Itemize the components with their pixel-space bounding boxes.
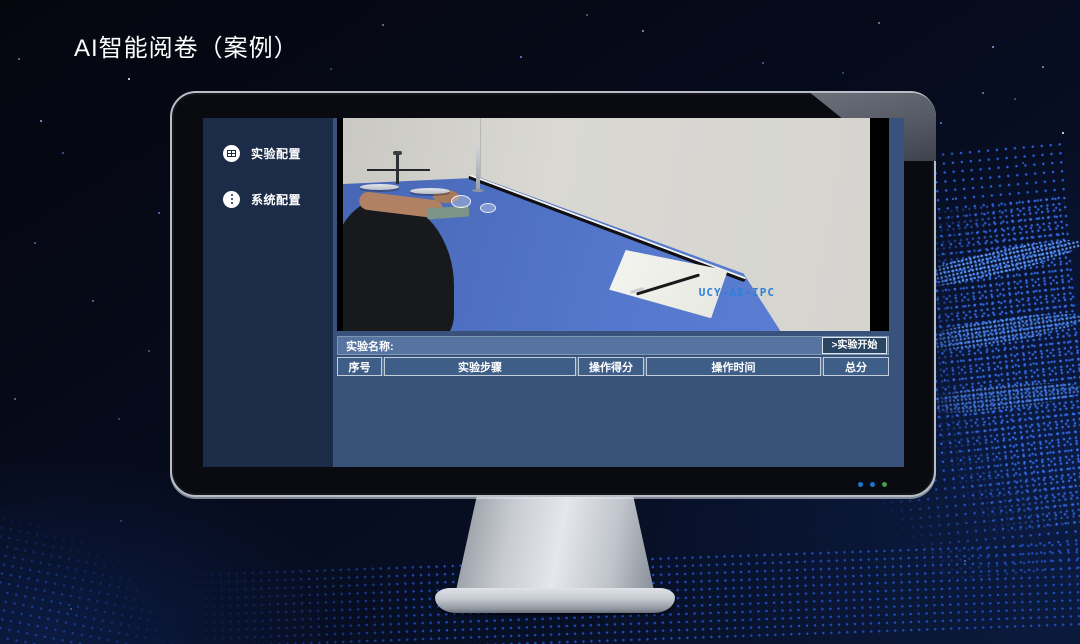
column-header-steps: 实验步骤 <box>384 357 576 376</box>
video-watermark: UCY-AI-IPC <box>699 286 775 299</box>
sidebar: 实验配置 系统配置 <box>203 118 333 467</box>
results-table-header: 序号 实验步骤 操作得分 操作时间 总分 <box>337 357 889 376</box>
particle-wave-ridge <box>911 377 1080 419</box>
wall-corner <box>480 118 481 182</box>
page-title: AI智能阅卷（案例） <box>74 28 299 63</box>
experiment-name-label: 实验名称: <box>346 338 394 354</box>
sidebar-item-label: 系统配置 <box>251 191 301 208</box>
column-header-time: 操作时间 <box>646 357 821 376</box>
column-header-total: 总分 <box>823 357 889 376</box>
start-experiment-button[interactable]: >实验开始 <box>822 337 887 354</box>
app-window: 实验配置 系统配置 <box>203 118 904 467</box>
beaker <box>451 195 471 208</box>
sidebar-item-label: 实验配置 <box>251 145 301 162</box>
grid-icon <box>223 145 240 162</box>
balance-scale-pointer <box>393 151 402 155</box>
power-led <box>858 482 863 487</box>
video-frame: UCY-AI-IPC <box>343 118 870 331</box>
sidebar-item-system-config[interactable]: 系统配置 <box>203 184 333 214</box>
presentation-slide: AI智能阅卷（案例） 实验配置 系统配置 <box>0 0 1080 644</box>
balance-scale-beam <box>367 169 430 171</box>
monitor: 实验配置 系统配置 <box>170 91 936 497</box>
graduated-cylinder-base <box>472 189 484 192</box>
power-led <box>882 482 887 487</box>
power-led <box>870 482 875 487</box>
monitor-stand-base <box>435 588 675 613</box>
main-panel: UCY-AI-IPC 实验名称: >实验开始 序号 实验步骤 操作得分 操作时间… <box>333 118 904 467</box>
column-header-index: 序号 <box>337 357 382 376</box>
balance-pan-left <box>360 184 400 190</box>
graduated-cylinder <box>476 148 480 191</box>
starfield-dots <box>0 0 2 2</box>
results-table-body <box>337 376 889 467</box>
monitor-indicator-leds <box>858 482 887 487</box>
column-header-score: 操作得分 <box>578 357 644 376</box>
vertical-dots-icon <box>223 191 240 208</box>
experiment-name-bar: 实验名称: >实验开始 <box>337 336 889 355</box>
sidebar-item-experiment-config[interactable]: 实验配置 <box>203 138 333 168</box>
video-player[interactable]: UCY-AI-IPC <box>337 118 889 331</box>
monitor-stand-neck <box>455 495 655 595</box>
